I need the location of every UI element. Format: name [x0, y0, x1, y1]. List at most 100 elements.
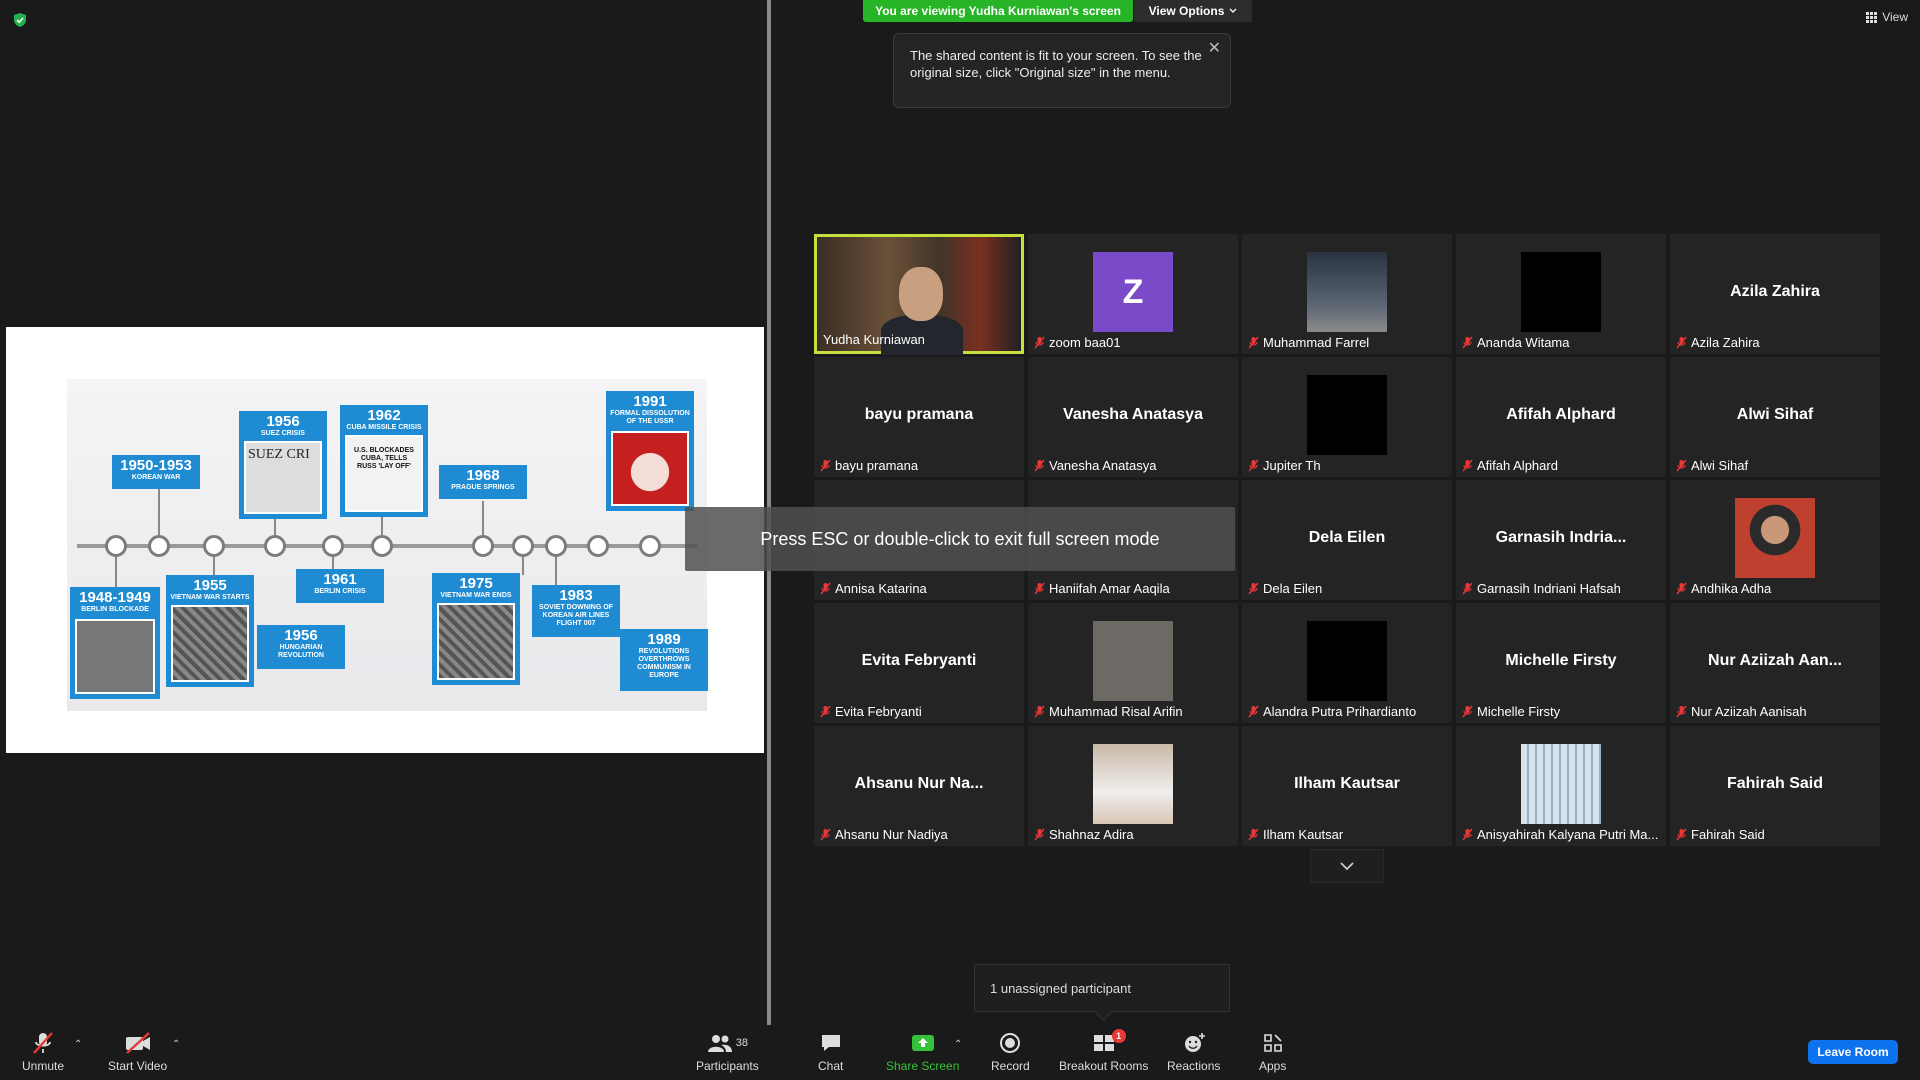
participant-tile[interactable]: Nur Aziizah Aan... Nur Aziizah Aanisah [1670, 603, 1880, 723]
chat-button[interactable]: Chat [818, 1031, 843, 1073]
participant-name: Michelle Firsty [1477, 704, 1561, 719]
timeline-connector [381, 517, 383, 535]
event-year: 1983 [559, 587, 593, 604]
mic-muted-icon [1462, 459, 1473, 472]
participant-tile[interactable]: Ahsanu Nur Na... Ahsanu Nur Nadiya [814, 726, 1024, 846]
apps-button[interactable]: Apps [1259, 1031, 1286, 1073]
participant-tile[interactable]: Dela Eilen Dela Eilen [1242, 480, 1452, 600]
participant-name-label: Dela Eilen [1248, 581, 1446, 596]
participant-tile[interactable]: Shahnaz Adira [1028, 726, 1238, 846]
security-shield-icon[interactable] [12, 12, 28, 28]
participant-tile[interactable]: Michelle Firsty Michelle Firsty [1456, 603, 1666, 723]
event-caption: CUBA MISSILE CRISIS [346, 424, 422, 431]
participant-name-label: Azila Zahira [1676, 335, 1874, 350]
event-caption: FORMAL DISSOLUTION OF THE USSR [610, 410, 690, 425]
participant-tile[interactable]: Muhammad Risal Arifin [1028, 603, 1238, 723]
participants-icon-wrap: 38 [707, 1031, 748, 1055]
timeline-node [371, 535, 393, 557]
participant-tile[interactable]: Evita Febryanti Evita Febryanti [814, 603, 1024, 723]
participant-name: Shahnaz Adira [1049, 827, 1134, 842]
chevron-down-icon [1340, 862, 1354, 871]
participant-name-label: Andhika Adha [1676, 581, 1874, 596]
start-video-button[interactable]: Start Video [108, 1031, 167, 1073]
mic-muted-icon [1462, 828, 1473, 841]
profile-picture [1521, 252, 1601, 332]
mic-muted-icon [1462, 705, 1473, 718]
event-year: 1956 [266, 413, 300, 430]
participant-tile[interactable]: Yudha Kurniawan [814, 234, 1024, 355]
participant-tile[interactable]: Alwi Sihaf Alwi Sihaf [1670, 357, 1880, 477]
timeline-connector [213, 557, 215, 575]
participant-name: Anisyahirah Kalyana Putri Ma... [1477, 827, 1659, 842]
timeline-connector [274, 519, 276, 535]
participant-tile[interactable]: Afifah Alphard Afifah Alphard [1456, 357, 1666, 477]
audio-options-caret[interactable]: ⌃ [74, 1039, 82, 1050]
participant-display-name: bayu pramana [864, 405, 974, 423]
participant-name-label: Anisyahirah Kalyana Putri Ma... [1462, 827, 1660, 842]
view-layout-button[interactable]: View [1866, 10, 1908, 24]
breakout-rooms-button[interactable]: 1 Breakout Rooms [1059, 1029, 1148, 1073]
cuba-headline: U.S. BLOCKADES CUBA, TELLS RUSS 'LAY OFF… [354, 447, 414, 470]
event-photo: SUEZ CRI [244, 441, 322, 514]
share-screen-button[interactable]: Share Screen [886, 1031, 959, 1073]
participant-name-label: Haniifah Amar Aaqila [1034, 581, 1232, 596]
participant-tile[interactable]: bayu pramana bayu pramana [814, 357, 1024, 477]
mic-muted-icon [1676, 336, 1687, 349]
apps-label: Apps [1259, 1059, 1287, 1073]
participant-tile[interactable]: Ilham Kautsar Ilham Kautsar [1242, 726, 1452, 846]
close-icon[interactable]: ✕ [1208, 40, 1221, 57]
exit-fullscreen-hint: Press ESC or double-click to exit full s… [685, 507, 1235, 571]
mic-muted-icon [1034, 582, 1045, 595]
gallery-next-page-button[interactable] [1310, 849, 1384, 883]
participants-button[interactable]: 38 Participants [696, 1031, 759, 1073]
unmute-button[interactable]: Unmute [22, 1031, 64, 1073]
participant-name-label: Ilham Kautsar [1248, 827, 1446, 842]
event-caption: SUEZ CRISIS [261, 430, 305, 437]
participant-tile[interactable]: Jupiter Th [1242, 357, 1452, 477]
profile-picture [1093, 621, 1173, 701]
participant-display-name: Nur Aziizah Aan... [1708, 651, 1842, 669]
participant-name: Ananda Witama [1477, 335, 1570, 350]
participant-name-label: Garnasih Indriani Hafsah [1462, 581, 1660, 596]
leave-room-button[interactable]: Leave Room [1808, 1040, 1898, 1064]
participant-tile[interactable]: Andhika Adha [1670, 480, 1880, 600]
mic-muted-icon [1034, 336, 1045, 349]
event-photo [75, 619, 155, 694]
participant-tile[interactable]: Ananda Witama [1456, 234, 1666, 354]
mic-muted-icon [820, 582, 831, 595]
mic-muted-icon [1676, 582, 1687, 595]
participant-name-label: Alandra Putra Prihardianto [1248, 704, 1446, 719]
event-caption: VIETNAM WAR STARTS [170, 594, 250, 601]
record-button[interactable]: Record [991, 1031, 1030, 1073]
participant-name-label: Vanesha Anatasya [1034, 458, 1232, 473]
event-photo [437, 603, 515, 680]
share-options-caret[interactable]: ⌃ [954, 1039, 962, 1050]
mic-muted-icon [1034, 828, 1045, 841]
participant-name-label: Michelle Firsty [1462, 704, 1660, 719]
timeline-connector [555, 557, 557, 585]
participant-tile[interactable]: Fahirah Said Fahirah Said [1670, 726, 1880, 846]
mic-muted-icon [820, 828, 831, 841]
participant-tile[interactable]: Muhammad Farrel [1242, 234, 1452, 354]
event-year: 1948-1949 [79, 589, 151, 606]
record-label: Record [991, 1059, 1030, 1073]
video-options-caret[interactable]: ⌃ [172, 1039, 180, 1050]
participant-name-label: Jupiter Th [1248, 458, 1446, 473]
view-options-button[interactable]: View Options [1134, 0, 1252, 22]
timeline-node [587, 535, 609, 557]
participant-tile[interactable]: Alandra Putra Prihardianto [1242, 603, 1452, 723]
participant-tile[interactable]: Vanesha Anatasya Vanesha Anatasya [1028, 357, 1238, 477]
participant-display-name: Azila Zahira [1730, 282, 1820, 300]
participant-tile[interactable]: Garnasih Indria... Garnasih Indriani Hafs… [1456, 480, 1666, 600]
participant-tile[interactable]: Azila Zahira Azila Zahira [1670, 234, 1880, 354]
mic-muted-icon [1462, 336, 1473, 349]
participant-name-label: Ahsanu Nur Nadiya [820, 827, 1018, 842]
participant-tile[interactable]: Zzoom baa01 [1028, 234, 1238, 354]
mic-muted-icon [1248, 828, 1259, 841]
grid-icon [1866, 11, 1878, 23]
mic-muted-icon [1248, 336, 1259, 349]
zoom-meeting-window: 1948-1949 BERLIN BLOCKADE 1950-1953 KORE… [0, 0, 1920, 1080]
unassigned-participant-popup[interactable]: 1 unassigned participant [974, 964, 1230, 1012]
participant-tile[interactable]: Anisyahirah Kalyana Putri Ma... [1456, 726, 1666, 846]
reactions-button[interactable]: Reactions [1167, 1031, 1220, 1073]
